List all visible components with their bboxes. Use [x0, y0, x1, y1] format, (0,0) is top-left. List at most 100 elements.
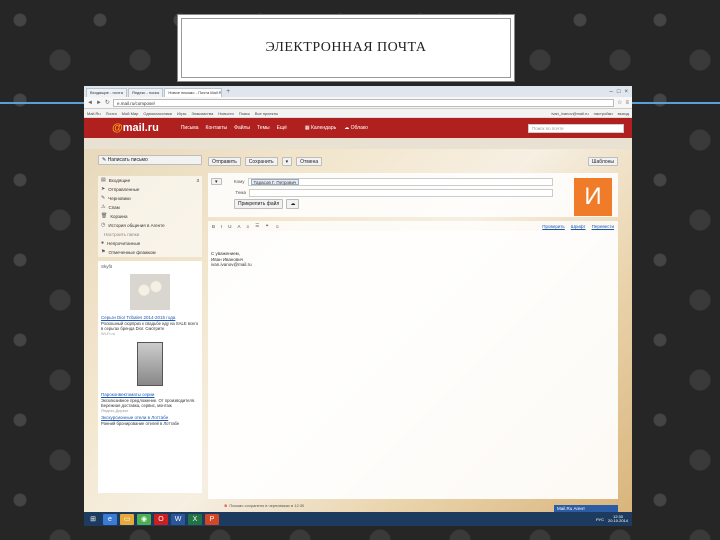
subject-row: Тема — [211, 187, 615, 198]
list-icon[interactable]: ☰ — [255, 223, 259, 229]
attach-row: Прикрепить файл ☁ — [211, 198, 615, 209]
nav-item[interactable]: Файлы — [234, 125, 250, 131]
editor-link[interactable]: Шрифт — [571, 224, 586, 229]
folder-list: ▤ Входящие 3 ➤ Отправленные ✎ Черновики ⚠ Спам 🗑 К… — [98, 176, 202, 257]
folder-item[interactable]: ➤ Отправленные — [98, 185, 202, 194]
mailru-logo[interactable]: @mail.ru — [112, 122, 159, 134]
nav-item[interactable]: Ещё — [277, 125, 287, 131]
excel-icon[interactable]: X — [188, 513, 202, 525]
folder-count — [199, 212, 202, 221]
calendar-link[interactable]: ▦ Календарь — [305, 125, 336, 131]
warning-icon: ⊗ — [224, 503, 228, 508]
folder-item[interactable]: ▤ Входящие 3 — [98, 176, 202, 185]
bookmark-link[interactable]: Поиск — [239, 111, 250, 116]
windows-start-icon[interactable]: ⊞ — [86, 513, 100, 525]
nav-item[interactable]: Письма — [181, 125, 199, 131]
subject-field[interactable] — [249, 188, 553, 197]
nav-item[interactable]: Темы — [257, 125, 270, 131]
forward-icon[interactable]: ► — [96, 100, 102, 106]
save-button[interactable]: Сохранить — [244, 156, 278, 166]
smile-icon[interactable]: ☺ — [275, 224, 280, 229]
header-link[interactable]: настройки — [594, 111, 613, 116]
menu-icon[interactable]: ≡ — [625, 100, 629, 106]
nav-item[interactable]: Контакты — [206, 125, 228, 131]
message-body[interactable]: С уважением, Иван Иванович ivan.ivanov@mai… — [208, 231, 618, 499]
address-bar: ◄ ► ↻ e.mail.ru/compose/ ☆ ≡ — [84, 97, 632, 109]
folder-item[interactable]: 🗑 Корзина — [98, 212, 202, 221]
sent-icon: ➤ — [101, 186, 106, 192]
main-nav: Письма Контакты Файлы Темы Ещё — [181, 125, 287, 131]
underline-icon[interactable]: U — [228, 224, 231, 229]
folder-label: Корзина — [110, 214, 128, 219]
attach-file-button[interactable]: Прикрепить файл — [234, 198, 284, 209]
earrings-image[interactable] — [130, 274, 170, 310]
back-icon[interactable]: ◄ — [87, 100, 93, 106]
powerpoint-icon[interactable]: P — [205, 513, 219, 525]
bookmark-link[interactable]: Новости — [218, 111, 233, 116]
save-options-button[interactable]: ▾ — [281, 156, 293, 166]
editor-link[interactable]: Проверить — [542, 224, 565, 229]
cancel-button[interactable]: Отмена — [296, 156, 323, 166]
ad-link[interactable]: Экскурсионные отели в Лоттабе — [101, 415, 199, 420]
folder-count: 3 — [196, 178, 199, 183]
word-icon[interactable]: W — [171, 513, 185, 525]
system-tray: РУС 12:30 20.10.2014 — [596, 514, 632, 524]
folder-item[interactable]: ⚑ Отмеченные флажком — [98, 248, 202, 257]
bookmark-link[interactable]: Знакомства — [191, 111, 213, 116]
bookmark-link[interactable]: Одноклассники — [143, 111, 172, 116]
header-link[interactable]: выход — [618, 111, 629, 116]
from-select[interactable]: ▾ — [211, 178, 222, 185]
bold-icon[interactable]: B — [212, 224, 215, 229]
bookmark-link[interactable]: Mail.Ru — [87, 111, 101, 116]
folder-item[interactable]: ● Непрочитанные — [98, 239, 202, 248]
mail-content: ✎ Написать письмо ▤ Входящие 3 ➤ Отправленны… — [84, 149, 632, 513]
browser-tab[interactable]: Входящие - почта — [86, 88, 127, 97]
chrome-icon[interactable]: ◉ — [137, 513, 151, 525]
minimize-icon[interactable]: – — [610, 88, 613, 97]
ad-link[interactable]: Серьги Dior Tribales 2014-2015 года — [101, 315, 199, 320]
ie-icon[interactable]: e — [103, 513, 117, 525]
templates-button[interactable]: Шаблоны — [587, 156, 618, 166]
bookmark-link[interactable]: Все проекты — [255, 111, 278, 116]
url-input[interactable]: e.mail.ru/compose/ — [112, 98, 615, 107]
browser-tab[interactable]: Новое письмо - Почта Mail.Ru — [164, 88, 223, 97]
maximize-icon[interactable]: □ — [617, 88, 621, 97]
send-button[interactable]: Отправить — [208, 156, 241, 166]
editor-toolbar: B I U A ≡ ☰ ⚭ ☺ Проверить Шрифт Перевести — [208, 221, 618, 231]
mail-search-input[interactable]: Поиск по почте — [528, 123, 624, 133]
user-email[interactable]: ivan_ivanov@mail.ru — [551, 111, 588, 116]
browser-tabs: Входящие - почта Яндекс - поиск Новое пись… — [84, 86, 632, 97]
link-icon[interactable]: ⚭ — [265, 223, 269, 229]
cloud-link[interactable]: ☁ Облако — [344, 125, 368, 131]
to-field[interactable]: Тарасов Г. Петрович — [247, 177, 553, 186]
language-indicator[interactable]: РУС — [596, 517, 604, 522]
folders-settings-link[interactable]: Настроить папки — [98, 230, 202, 239]
folder-item[interactable]: ✎ Черновики — [98, 194, 202, 203]
to-label: Кому — [233, 179, 245, 184]
star-icon[interactable]: ☆ — [617, 99, 622, 106]
new-tab-button[interactable]: + — [223, 88, 233, 97]
ad-text: Роскошный сюрприз к свадьбе иду на SALE … — [101, 321, 199, 331]
folder-item[interactable]: ⚠ Спам — [98, 203, 202, 212]
bookmark-link[interactable]: Игры — [177, 111, 186, 116]
ad-link[interactable]: Пароконвектоматы серии — [101, 392, 199, 397]
italic-icon[interactable]: I — [221, 224, 222, 229]
bookmark-link[interactable]: Мой Мир — [122, 111, 139, 116]
browser-tab[interactable]: Яндекс - поиск — [127, 88, 164, 97]
align-icon[interactable]: ≡ — [247, 224, 250, 229]
slide-title: ЭЛЕКТРОННАЯ ПОЧТА — [265, 40, 427, 55]
folder-item[interactable]: ◷ История общения в Агенте — [98, 221, 202, 230]
editor-link[interactable]: Перевести — [592, 224, 614, 229]
write-letter-button[interactable]: ✎ Написать письмо — [98, 155, 202, 165]
explorer-icon[interactable]: ▭ — [120, 513, 134, 525]
reload-icon[interactable]: ↻ — [105, 99, 110, 106]
opera-icon[interactable]: O — [154, 513, 168, 525]
text-color-icon[interactable]: A — [238, 224, 241, 229]
title-box: ЭЛЕКТРОННАЯ ПОЧТА — [181, 18, 511, 78]
clock[interactable]: 12:30 20.10.2014 — [608, 514, 628, 524]
oven-image[interactable] — [137, 342, 163, 386]
bookmark-link[interactable]: Почта — [106, 111, 117, 116]
cloud-attach-icon[interactable]: ☁ — [286, 198, 300, 209]
recipient-chip[interactable]: Тарасов Г. Петрович — [250, 178, 300, 185]
close-icon[interactable]: × — [624, 88, 628, 97]
